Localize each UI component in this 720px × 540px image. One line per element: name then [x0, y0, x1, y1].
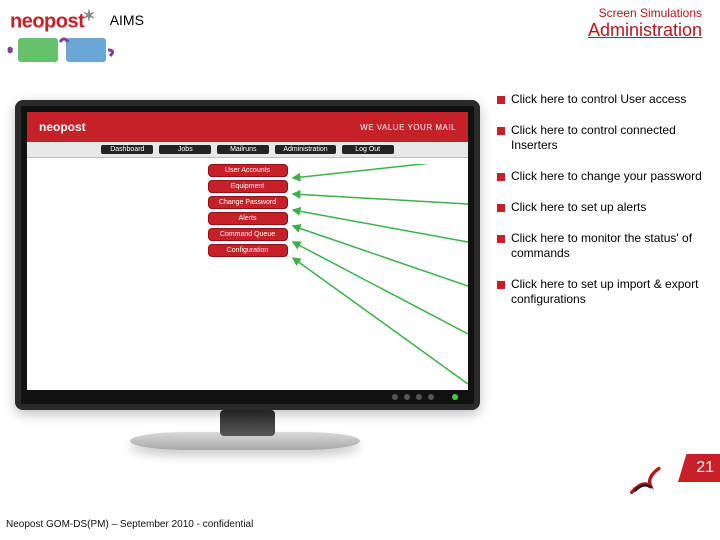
bullet-icon — [497, 173, 505, 181]
screen-simulations-label: Screen Simulations — [588, 6, 702, 20]
callout-inserters: Click here to control connected Inserter… — [497, 123, 702, 153]
decor-graphic — [6, 34, 126, 74]
callout-password: Click here to change your password — [497, 169, 702, 184]
corner-logo-icon — [630, 460, 664, 494]
bullet-icon — [497, 127, 505, 135]
callout-config: Click here to set up import & export con… — [497, 277, 702, 307]
bullet-icon — [497, 235, 505, 243]
subnav-equipment[interactable]: Equipment — [208, 180, 288, 193]
callout-list: Click here to control User access Click … — [497, 92, 702, 307]
nav-dashboard[interactable]: Dashboard — [101, 145, 153, 154]
app-header: neopost WE VALUE YOUR MAIL — [27, 112, 468, 142]
nav-administration[interactable]: Administration — [275, 145, 335, 154]
bullet-icon — [497, 281, 505, 289]
primary-nav: Dashboard Jobs Mailruns Administration L… — [27, 142, 468, 158]
nav-logout[interactable]: Log Out — [342, 145, 394, 154]
bullet-icon — [497, 204, 505, 212]
subnav-command-queue[interactable]: Command Queue — [208, 228, 288, 241]
app-logo: neopost — [39, 120, 86, 134]
page-number-badge: 21 — [678, 454, 720, 482]
app-tagline: WE VALUE YOUR MAIL — [360, 123, 456, 132]
monitor-frame: neopost WE VALUE YOUR MAIL Dashboard Job… — [15, 100, 480, 410]
nav-mailruns[interactable]: Mailruns — [217, 145, 269, 154]
administration-title: Administration — [588, 20, 702, 41]
callout-commands: Click here to monitor the status' of com… — [497, 231, 702, 261]
footer-text: Neopost GOM-DS(PM) – September 2010 - co… — [6, 519, 253, 530]
subnav-alerts[interactable]: Alerts — [208, 212, 288, 225]
app-screen: neopost WE VALUE YOUR MAIL Dashboard Job… — [27, 112, 468, 390]
nav-jobs[interactable]: Jobs — [159, 145, 211, 154]
power-led-icon — [452, 394, 458, 400]
monitor-neck — [220, 410, 275, 436]
neopost-logo: neopost✶ — [10, 6, 96, 33]
callout-alerts: Click here to set up alerts — [497, 200, 702, 215]
bullet-icon — [497, 96, 505, 104]
subnav-configuration[interactable]: Configuration — [208, 244, 288, 257]
aims-label: AIMS — [110, 12, 144, 28]
admin-subnav: User Accounts Equipment Change Password … — [27, 164, 468, 257]
subnav-change-password[interactable]: Change Password — [208, 196, 288, 209]
callout-user-access: Click here to control User access — [497, 92, 702, 107]
subnav-user-accounts[interactable]: User Accounts — [208, 164, 288, 177]
